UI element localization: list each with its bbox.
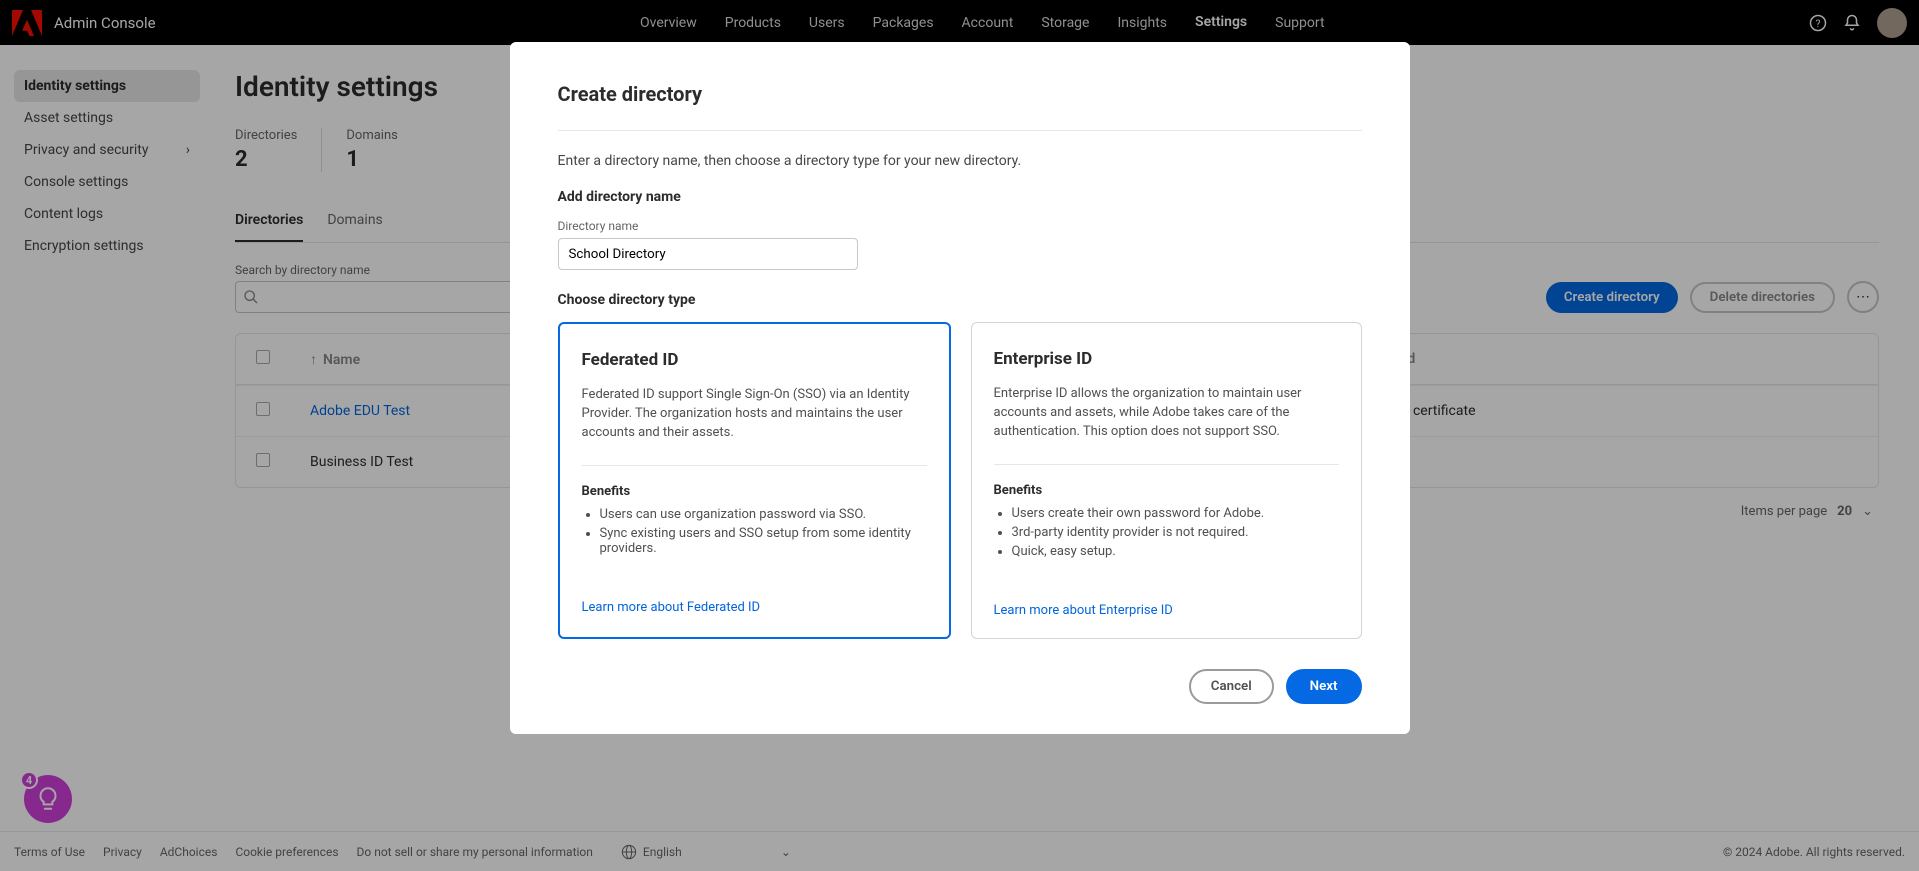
card-title: Enterprise ID [994,349,1339,369]
choose-type-heading: Choose directory type [558,292,1362,308]
add-name-heading: Add directory name [558,189,1362,205]
directory-type-options: Federated ID Federated ID support Single… [558,322,1362,639]
directory-name-label: Directory name [558,219,1362,233]
card-desc: Federated ID support Single Sign-On (SSO… [582,386,927,443]
cancel-button[interactable]: Cancel [1189,669,1274,704]
divider [994,464,1339,465]
benefits-label: Benefits [582,484,927,499]
benefit-item: Sync existing users and SSO setup from s… [600,526,927,556]
learn-more-enterprise-link[interactable]: Learn more about Enterprise ID [994,603,1173,618]
option-enterprise-id[interactable]: Enterprise ID Enterprise ID allows the o… [971,322,1362,639]
modal-overlay: Create directory Enter a directory name,… [0,0,1919,871]
next-button[interactable]: Next [1286,669,1362,704]
benefits-list: Users can use organization password via … [582,507,927,556]
card-title: Federated ID [582,350,927,370]
learn-more-federated-link[interactable]: Learn more about Federated ID [582,600,761,615]
benefit-item: Quick, easy setup. [1012,544,1339,559]
create-directory-modal: Create directory Enter a directory name,… [510,42,1410,734]
modal-intro: Enter a directory name, then choose a di… [558,153,1362,169]
benefits-list: Users create their own password for Adob… [994,506,1339,559]
card-desc: Enterprise ID allows the organization to… [994,385,1339,442]
divider [582,465,927,466]
benefit-item: Users create their own password for Adob… [1012,506,1339,521]
directory-name-input[interactable] [558,238,858,270]
modal-title: Create directory [558,82,1362,131]
modal-actions: Cancel Next [558,669,1362,704]
benefit-item: Users can use organization password via … [600,507,927,522]
benefit-item: 3rd-party identity provider is not requi… [1012,525,1339,540]
option-federated-id[interactable]: Federated ID Federated ID support Single… [558,322,951,639]
benefits-label: Benefits [994,483,1339,498]
